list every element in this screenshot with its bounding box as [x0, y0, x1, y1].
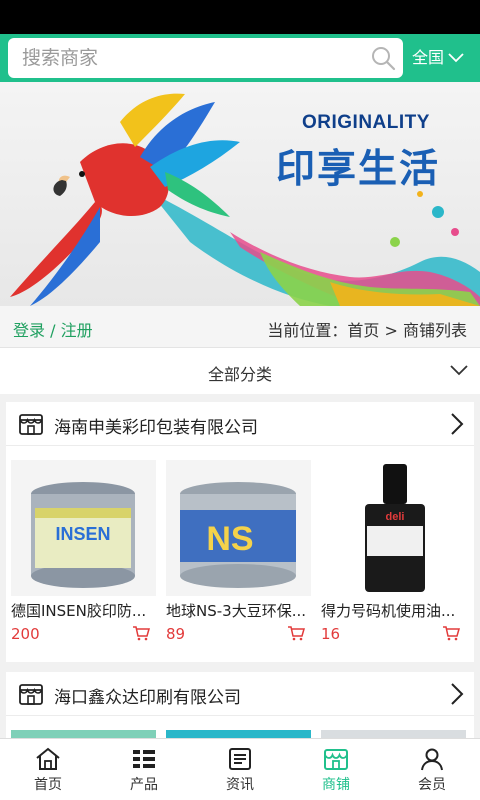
bottom-tab-bar: 首页 产品 资讯 商铺 会员 [0, 738, 480, 800]
product-image-label: INSEN [55, 524, 110, 544]
tab-news[interactable]: 资讯 [192, 739, 288, 800]
shop-icon [19, 414, 43, 435]
product-price-row: 200 [11, 625, 156, 645]
product-title: 德国INSEN胶印防... [11, 602, 147, 620]
shop-icon [19, 684, 43, 705]
tab-label: 资讯 [226, 777, 254, 793]
tab-label: 产品 [130, 777, 158, 793]
chevron-down-icon [448, 53, 464, 63]
tab-label: 商铺 [322, 777, 350, 793]
cart-icon[interactable] [442, 625, 460, 641]
product-price: 89 [166, 625, 186, 643]
shop-card: 海南申美彩印包装有限公司 INSEN 德国INSEN胶印防... 200 NS … [6, 402, 474, 662]
tab-label: 会员 [418, 777, 446, 793]
region-selector[interactable]: 全国 [412, 34, 464, 82]
shop-name: 海口鑫众达印刷有限公司 [54, 688, 241, 708]
search-input[interactable] [8, 38, 358, 78]
product-price-row: 89 [166, 625, 311, 645]
product-card[interactable]: INSEN 德国INSEN胶印防... 200 [11, 460, 156, 645]
search-header: 全国 [0, 34, 480, 82]
tab-member[interactable]: 会员 [384, 739, 480, 800]
tab-shops[interactable]: 商铺 [288, 739, 384, 800]
product-card[interactable]: NS 地球NS-3大豆环保... 89 [166, 460, 311, 645]
promo-banner[interactable]: ORIGINALITY 印享生活 [0, 82, 480, 306]
breadcrumb: 当前位置：首页 > 商铺列表 [267, 321, 467, 340]
list-icon [133, 750, 155, 768]
tab-home[interactable]: 首页 [0, 739, 96, 800]
product-card[interactable]: deli 得力号码机使用油... 16 [321, 460, 466, 645]
product-price: 200 [11, 625, 40, 643]
shop-name: 海南申美彩印包装有限公司 [54, 418, 258, 438]
home-icon [36, 747, 60, 770]
search-box [8, 38, 403, 78]
login-register-link[interactable]: 登录 / 注册 [13, 317, 93, 341]
tab-label: 首页 [34, 777, 62, 793]
chevron-down-icon [450, 365, 468, 376]
banner-title-en: ORIGINALITY [302, 112, 430, 133]
category-filter[interactable]: 全部分类 [0, 348, 480, 394]
product-title: 地球NS-3大豆环保... [166, 602, 307, 620]
region-label: 全国 [412, 48, 445, 67]
product-image: INSEN [11, 460, 156, 596]
cart-icon[interactable] [287, 625, 305, 641]
product-image-label: NS [206, 520, 253, 558]
product-image: deli [321, 460, 466, 596]
banner-title-cn: 印享生活 [276, 147, 441, 192]
product-image: NS [166, 460, 311, 596]
user-icon [421, 748, 443, 771]
chevron-right-icon[interactable] [450, 682, 464, 706]
product-title: 得力号码机使用油... [321, 602, 456, 620]
product-list: INSEN 德国INSEN胶印防... 200 NS 地球NS-3大豆环保...… [6, 460, 474, 650]
status-bar [0, 0, 480, 34]
product-image-label: deli [386, 511, 405, 523]
shop-header[interactable]: 海南申美彩印包装有限公司 [6, 402, 474, 446]
chevron-right-icon[interactable] [450, 412, 464, 436]
search-icon[interactable] [370, 45, 396, 71]
cart-icon[interactable] [132, 625, 150, 641]
category-label: 全部分类 [207, 365, 272, 384]
breadcrumb-row: 登录 / 注册 当前位置：首页 > 商铺列表 [0, 306, 480, 348]
tab-products[interactable]: 产品 [96, 739, 192, 800]
news-icon [229, 748, 251, 770]
product-price: 16 [321, 625, 341, 643]
product-price-row: 16 [321, 625, 466, 645]
shop-icon [324, 749, 348, 770]
shop-header[interactable]: 海口鑫众达印刷有限公司 [6, 672, 474, 716]
